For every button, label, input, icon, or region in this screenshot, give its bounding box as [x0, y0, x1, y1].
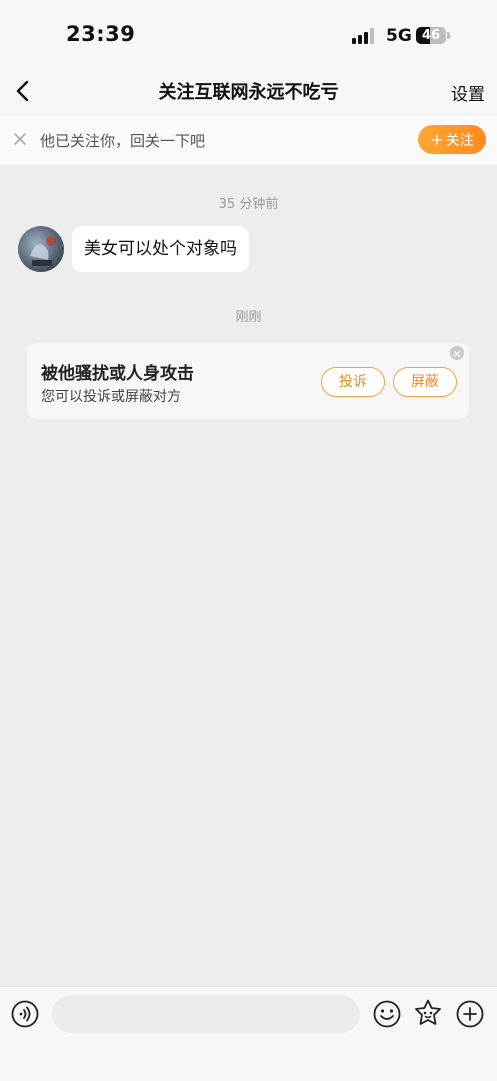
message-bubble[interactable]: 美女可以处个对象吗 [72, 226, 249, 272]
battery-percent: 46 [421, 28, 441, 43]
harassment-notice-card: 被他骚扰或人身攻击 您可以投诉或屏蔽对方 投诉 屏蔽 [27, 343, 469, 419]
plus-sign: + [430, 130, 444, 149]
notice-timestamp: 刚刚 [235, 310, 262, 325]
voice-icon[interactable] [10, 999, 40, 1029]
follow-back-banner: 他已关注你，回关一下吧 + 关注 [0, 114, 497, 165]
message-input[interactable] [52, 995, 360, 1033]
message-timestamp: 35 分钟前 [218, 197, 279, 212]
plus-icon[interactable] [455, 999, 485, 1029]
status-bar: 23:39 5G 46 [0, 0, 497, 70]
battery-icon: 46 [416, 27, 446, 44]
input-bar [0, 986, 497, 1081]
settings-button[interactable]: 设置 [451, 80, 485, 105]
follow-button[interactable]: + 关注 [418, 125, 486, 154]
status-time: 23:39 [66, 22, 136, 46]
block-button[interactable]: 屏蔽 [393, 367, 457, 397]
emoji-icon[interactable] [372, 999, 402, 1029]
close-icon[interactable] [12, 131, 28, 147]
avatar[interactable] [18, 226, 64, 272]
battery-cap [447, 32, 450, 39]
signal-icon [352, 28, 378, 44]
notice-title: 被他骚扰或人身攻击 [41, 364, 194, 384]
follow-button-label: 关注 [445, 133, 474, 149]
follow-back-text: 他已关注你，回关一下吧 [40, 132, 206, 150]
chevron-left-icon[interactable] [12, 78, 38, 104]
close-icon[interactable] [450, 346, 464, 360]
page-title: 关注互联网永远不吃亏 [158, 82, 339, 103]
notice-subtitle: 您可以投诉或屏蔽对方 [41, 389, 181, 405]
report-button[interactable]: 投诉 [321, 367, 385, 397]
sticker-icon[interactable] [413, 998, 443, 1028]
network-label: 5G [386, 26, 412, 46]
nav-bar: 关注互联网永远不吃亏 设置 [0, 70, 497, 114]
